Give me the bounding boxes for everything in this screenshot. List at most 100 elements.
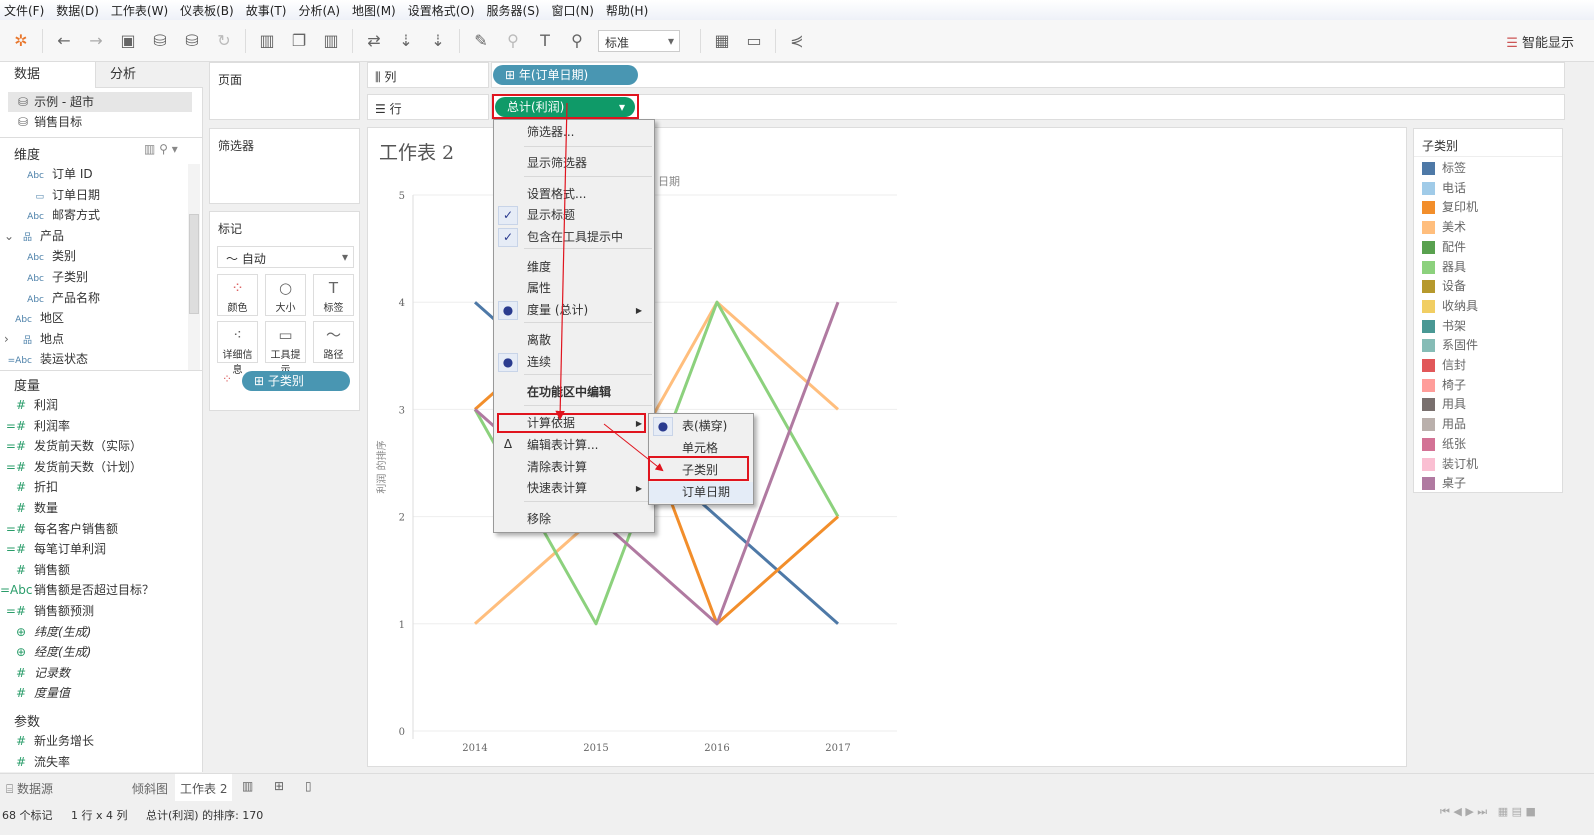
menu-item[interactable]: 在功能区中编辑: [494, 382, 654, 403]
menu-7[interactable]: 设置格式(O): [408, 2, 475, 19]
legend-item[interactable]: 书架: [1422, 319, 1466, 337]
dimension-item[interactable]: Abc 产品名称: [0, 288, 188, 308]
menu-6[interactable]: 地图(M): [352, 2, 396, 19]
measure-item[interactable]: =Abc 销售额是否超过目标？: [0, 580, 188, 600]
sort-desc-icon[interactable]: ⇣: [427, 30, 449, 52]
datasource-item[interactable]: ⛁ 销售目标: [8, 112, 192, 132]
menu-item[interactable]: ● 连续: [494, 352, 654, 373]
fit-select[interactable]: 标准: [598, 29, 680, 52]
menu-9[interactable]: 窗口(N): [552, 2, 594, 19]
menu-item[interactable]: 筛选器...: [494, 122, 654, 143]
show-me-button[interactable]: ☰ 智能显示: [1506, 32, 1574, 51]
tab-data[interactable]: 数据: [0, 62, 95, 88]
measure-item[interactable]: # 销售额: [0, 560, 188, 580]
columns-shelf[interactable]: [491, 62, 1565, 88]
tableau-logo-icon[interactable]: ✲: [10, 30, 32, 52]
tab-analysis[interactable]: 分析: [95, 62, 203, 88]
clear-sheet-icon[interactable]: ▥: [320, 30, 342, 52]
dimension-item[interactable]: ⌄ 品产品: [0, 226, 188, 246]
measure-item[interactable]: # 利润: [0, 395, 188, 415]
legend-item[interactable]: 收纳具: [1422, 299, 1478, 317]
measure-item[interactable]: # 度量值: [0, 683, 188, 703]
menu-2[interactable]: 工作表(W): [111, 2, 168, 19]
submenu-item[interactable]: ● 表(横穿): [649, 416, 753, 437]
redo-icon[interactable]: →: [85, 30, 107, 52]
legend-item[interactable]: 信封: [1422, 358, 1466, 376]
menu-item[interactable]: 设置格式...: [494, 184, 654, 205]
measure-item[interactable]: # 数量: [0, 498, 188, 518]
measure-item[interactable]: =# 利润率: [0, 416, 188, 436]
parameter-item[interactable]: # 流失率: [0, 752, 188, 772]
menu-5[interactable]: 分析(A): [298, 2, 340, 19]
measure-item[interactable]: ⊕ 纬度(生成): [0, 622, 188, 642]
menu-3[interactable]: 仪表板(B): [180, 2, 234, 19]
columns-pill-year[interactable]: ⊞ 年(订单日期): [493, 65, 638, 85]
sheet-tab-worksheet2[interactable]: 工作表 2: [175, 774, 233, 801]
show-cards-icon[interactable]: ▦: [711, 30, 733, 52]
sheet-tab-slope[interactable]: 倾斜图: [128, 774, 172, 801]
legend-item[interactable]: 用品: [1422, 417, 1466, 435]
legend-item[interactable]: 电话: [1422, 181, 1466, 199]
label-icon[interactable]: T: [534, 30, 556, 52]
mark-type-select[interactable]: 〜 自动 ▾: [217, 246, 354, 268]
dimension-tools-icons[interactable]: ▥ ⚲ ▾: [144, 142, 178, 156]
datasource-item[interactable]: ⛁ 示例 - 超市: [8, 92, 192, 112]
menu-1[interactable]: 数据(D): [56, 2, 99, 19]
menu-10[interactable]: 帮助(H): [606, 2, 648, 19]
legend-item[interactable]: 标签: [1422, 161, 1466, 179]
legend-item[interactable]: 装订机: [1422, 457, 1478, 475]
presentation-icon[interactable]: ▭: [743, 30, 765, 52]
menu-item[interactable]: ● 度量 (总计) ▶: [494, 300, 654, 321]
pause-updates-icon[interactable]: ⛁: [181, 30, 203, 52]
datasource-tab[interactable]: ⌸ 数据源: [6, 780, 53, 797]
dimension-item[interactable]: =Abc 装运状态: [0, 349, 188, 369]
duplicate-icon[interactable]: ❐: [288, 30, 310, 52]
legend-item[interactable]: 配件: [1422, 240, 1466, 258]
dimension-item[interactable]: Abc 订单 ID: [0, 164, 188, 184]
legend-item[interactable]: 纸张: [1422, 437, 1466, 455]
pin-icon[interactable]: ⚲: [566, 30, 588, 52]
new-datasource-icon[interactable]: ⛁: [149, 30, 171, 52]
highlight-icon[interactable]: ✎: [470, 30, 492, 52]
menu-item[interactable]: ✓ 包含在工具提示中: [494, 227, 654, 248]
dimension-item[interactable]: Abc 类别: [0, 246, 188, 266]
dimension-item[interactable]: › 品地点: [0, 329, 188, 349]
menu-item[interactable]: 维度: [494, 257, 654, 278]
measure-item[interactable]: # 记录数: [0, 663, 188, 683]
refresh-icon[interactable]: ↻: [213, 30, 235, 52]
legend-item[interactable]: 系固件: [1422, 338, 1478, 356]
new-worksheet-icon[interactable]: ▥: [242, 779, 253, 793]
dimension-item[interactable]: Abc 地区: [0, 308, 188, 328]
undo-icon[interactable]: ←: [53, 30, 75, 52]
mark-label-button[interactable]: T 标签: [313, 274, 354, 316]
legend-item[interactable]: 美术: [1422, 220, 1466, 238]
mark-tooltip-button[interactable]: ▭工具提示: [265, 321, 306, 376]
menu-item[interactable]: 属性: [494, 278, 654, 299]
menu-item[interactable]: 快速表计算 ▶: [494, 478, 654, 499]
legend-item[interactable]: 器具: [1422, 260, 1466, 278]
legend-item[interactable]: 复印机: [1422, 200, 1478, 218]
mark-path-button[interactable]: 〜路径: [313, 321, 354, 363]
menu-item[interactable]: Δ 编辑表计算...: [494, 435, 654, 456]
menu-item[interactable]: 清除表计算: [494, 457, 654, 478]
measure-item[interactable]: =# 发货前天数（实际）: [0, 436, 188, 456]
submenu-item[interactable]: 订单日期: [649, 482, 753, 503]
sheet-nav-icons[interactable]: ⏮ ◀ ▶ ⏭ ▦ ▤ ■: [1440, 805, 1536, 819]
sort-asc-icon[interactable]: ⇣: [395, 30, 417, 52]
measure-item[interactable]: =# 发货前天数（计划）: [0, 457, 188, 477]
new-story-icon[interactable]: ▯: [305, 779, 312, 793]
menu-4[interactable]: 故事(T): [246, 2, 287, 19]
measure-item[interactable]: =# 每笔订单利润: [0, 539, 188, 559]
expand-icon[interactable]: ›: [4, 329, 9, 349]
color-pill-subcategory[interactable]: ⊞ 子类别: [242, 371, 350, 391]
legend-item[interactable]: 设备: [1422, 279, 1466, 297]
legend-item[interactable]: 用具: [1422, 397, 1466, 415]
dimension-item[interactable]: ▭ 订单日期: [0, 185, 188, 205]
mark-color-button[interactable]: ⁘ 颜色: [217, 274, 258, 316]
rows-shelf[interactable]: [491, 94, 1565, 120]
legend-item[interactable]: 桌子: [1422, 476, 1466, 494]
new-worksheet-icon[interactable]: ▥: [256, 30, 278, 52]
mark-size-button[interactable]: ○ 大小: [265, 274, 306, 316]
menu-item[interactable]: ✓ 显示标题: [494, 205, 654, 226]
menu-0[interactable]: 文件(F): [4, 2, 44, 19]
